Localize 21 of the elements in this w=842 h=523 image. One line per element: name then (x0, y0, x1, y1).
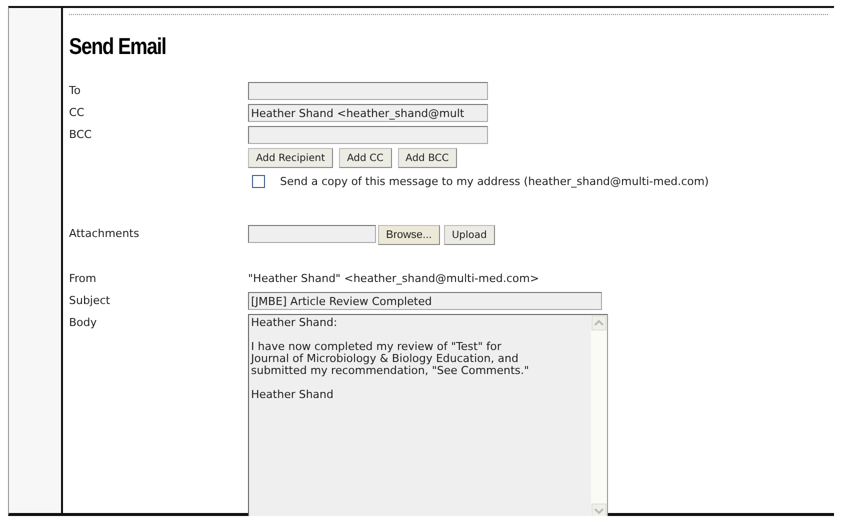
checkbox-label: Send a copy of this message to my address (heather_shand@multi-med.com) (280, 174, 709, 190)
upload-button[interactable]: Upload (444, 225, 495, 245)
file-field[interactable] (248, 225, 376, 243)
field-label: Attachments (69, 226, 140, 242)
field-label: From (69, 271, 98, 287)
field-label: CC (69, 105, 86, 121)
field-label: To (69, 83, 82, 99)
recipient-field[interactable] (248, 126, 488, 144)
from-address: "Heather Shand" <heather_shand@multi-med.com> (248, 271, 540, 287)
add-button[interactable]: Add CC (339, 148, 392, 168)
recipient-field[interactable] (248, 82, 488, 100)
field-label: BCC (69, 127, 93, 143)
field-label: Subject (69, 293, 112, 309)
subject-field[interactable]: [JMBE] Article Review Completed (248, 292, 602, 310)
browse-button[interactable]: Browse... (378, 225, 440, 245)
page-title: Send Email (69, 33, 166, 60)
field-label: Body (69, 315, 98, 331)
checkbox[interactable] (252, 175, 265, 188)
add-button[interactable]: Add Recipient (248, 148, 334, 168)
recipient-field[interactable]: Heather Shand <heather_shand@mult (248, 104, 488, 122)
add-button[interactable]: Add BCC (398, 148, 457, 168)
